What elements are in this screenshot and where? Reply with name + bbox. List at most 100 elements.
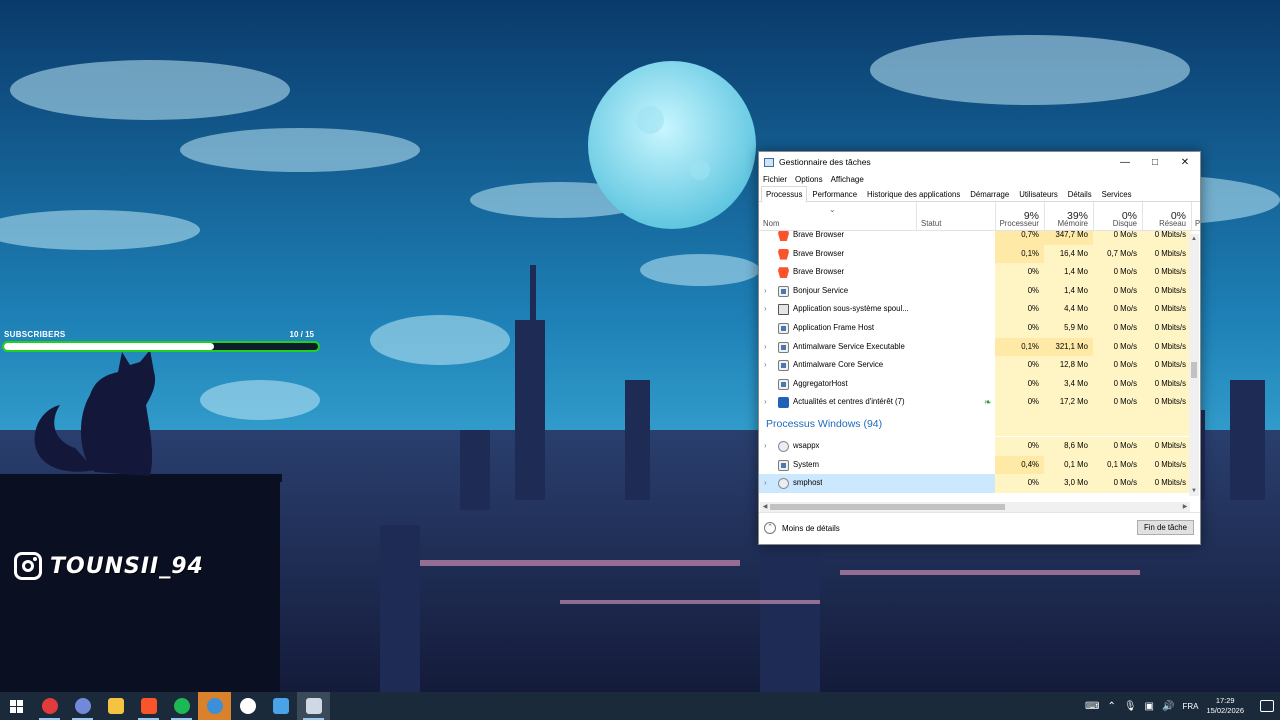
taskbar-app-button[interactable] [66, 692, 99, 720]
column-network[interactable]: 0% Réseau [1142, 202, 1191, 231]
taskbar-app-button[interactable] [33, 692, 66, 720]
taskbar-app-button[interactable] [264, 692, 297, 720]
taskbar-app-button[interactable] [132, 692, 165, 720]
service-icon [778, 459, 789, 471]
tab-processus[interactable]: Processus [761, 186, 808, 202]
taskbar-app-button[interactable] [198, 692, 231, 720]
expand-chevron-icon[interactable]: › [764, 356, 767, 375]
process-net: 0 Mbits/s [1142, 337, 1191, 357]
chevron-up-icon: ⌃ [764, 522, 776, 534]
vertical-scrollbar[interactable]: ▲ ▼ [1189, 234, 1199, 496]
column-disk[interactable]: 0% Disque [1093, 202, 1142, 231]
expand-chevron-icon[interactable]: › [764, 282, 767, 301]
process-net: 0 Mbits/s [1142, 244, 1191, 264]
instagram-overlay: TOUNSII_94 [14, 552, 204, 580]
process-disk: 0 Mo/s [1093, 281, 1142, 301]
scroll-down-icon[interactable]: ▼ [1189, 486, 1199, 496]
title-bar[interactable]: Gestionnaire des tâches — □ ✕ [759, 152, 1200, 172]
clock[interactable]: 17:29 15/02/2026 [1206, 696, 1244, 716]
process-net: 0 Mbits/s [1142, 263, 1191, 282]
process-row[interactable]: › Bonjour Service 0% 1,4 Mo 0 Mo/s 0 Mbits/s [759, 281, 1191, 301]
process-net: 0 Mbits/s [1142, 356, 1191, 375]
process-name: AggregatorHost [793, 378, 848, 388]
tab-utilisateurs[interactable]: Utilisateurs [1014, 187, 1063, 201]
start-button[interactable] [0, 692, 33, 720]
process-row[interactable]: Brave Browser 0% 1,4 Mo 0 Mo/s 0 Mbits/s [759, 263, 1191, 282]
horizontal-scroll-thumb[interactable] [770, 504, 1005, 510]
menu-fichier[interactable]: Fichier [763, 175, 787, 184]
process-net: 0 Mbits/s [1142, 281, 1191, 301]
windows-processes-group-header[interactable]: Processus Windows (94) [759, 412, 1191, 436]
taskbar-app-button[interactable] [165, 692, 198, 720]
microphone-icon[interactable]: 🎙 [1124, 701, 1137, 712]
expand-chevron-icon[interactable]: › [764, 474, 767, 493]
column-name[interactable]: Nom [759, 202, 916, 231]
expand-chevron-icon[interactable]: › [764, 300, 767, 319]
clock-date: 15/02/2026 [1206, 706, 1244, 715]
footer: ⌃ Moins de détails Fin de tâche [759, 512, 1200, 544]
show-hidden-icons-chevron-icon[interactable]: ⌃ [1107, 701, 1115, 712]
column-status[interactable]: Statut [916, 202, 995, 231]
process-name: Application sous-système spoul... [793, 304, 909, 314]
brave-icon [140, 698, 157, 714]
process-disk: 0 Mo/s [1093, 356, 1142, 375]
process-disk: 0 Mo/s [1093, 263, 1142, 282]
process-row[interactable]: › smphost 0% 3,0 Mo 0 Mo/s 0 Mbits/s [759, 474, 1191, 493]
obs-icon [41, 698, 58, 714]
language-indicator[interactable]: FRA [1182, 702, 1198, 711]
end-task-button[interactable]: Fin de tâche [1137, 520, 1194, 535]
column-network-label: Réseau [1159, 219, 1186, 228]
volume-icon[interactable]: 🔊 [1162, 701, 1174, 712]
vertical-scroll-thumb[interactable] [1191, 362, 1197, 378]
process-row[interactable]: › Antimalware Core Service 0% 12,8 Mo 0 Mo/s… [759, 356, 1191, 375]
column-cpu[interactable]: 9% Processeur [995, 202, 1044, 231]
brave-icon [778, 267, 789, 279]
tab-services[interactable]: Services [1097, 187, 1137, 201]
notification-center-icon[interactable] [1260, 700, 1274, 712]
process-cpu: 0% [995, 393, 1044, 412]
minimize-button[interactable]: — [1110, 152, 1140, 172]
process-row[interactable]: Brave Browser 0,1% 16,4 Mo 0,7 Mo/s 0 Mbits/… [759, 244, 1191, 264]
taskbar-app-button[interactable] [99, 692, 132, 720]
tab-details[interactable]: Détails [1063, 187, 1097, 201]
process-row[interactable]: AggregatorHost 0% 3,4 Mo 0 Mo/s 0 Mbits/s [759, 374, 1191, 394]
tab-demarrage[interactable]: Démarrage [965, 187, 1014, 201]
taskbar-app-button[interactable] [297, 692, 330, 720]
process-disk: 0 Mo/s [1093, 319, 1142, 338]
brave-icon [778, 248, 789, 260]
process-name: Brave Browser [793, 267, 845, 277]
scroll-up-icon[interactable]: ▲ [1189, 234, 1199, 244]
tab-historique[interactable]: Historique des applications [862, 187, 965, 201]
process-name: Antimalware Core Service [793, 360, 884, 370]
tab-performance[interactable]: Performance [807, 187, 862, 201]
process-disk: 0 Mo/s [1093, 437, 1142, 456]
process-row[interactable]: System 0,4% 0,1 Mo 0,1 Mo/s 0 Mbits/s [759, 455, 1191, 475]
close-button[interactable]: ✕ [1170, 152, 1200, 172]
column-memory[interactable]: 39% Mémoire [1044, 202, 1093, 231]
expand-chevron-icon[interactable]: › [764, 393, 767, 412]
menu-affichage[interactable]: Affichage [831, 175, 864, 184]
process-row[interactable]: › Actualités et centres d'intérêt (7) ❧ 0% 1… [759, 393, 1191, 412]
scroll-right-icon[interactable]: ▶ [1180, 502, 1190, 512]
scroll-left-icon[interactable]: ◀ [760, 502, 770, 512]
expand-chevron-icon[interactable]: › [764, 338, 767, 357]
printer-icon [778, 304, 789, 316]
column-extra[interactable]: P [1191, 202, 1200, 231]
process-row[interactable]: Brave Browser 0,7% 347,7 Mo 0 Mo/s 0 Mbits/s [759, 231, 1191, 245]
maximize-button[interactable]: □ [1140, 152, 1170, 172]
expand-chevron-icon[interactable]: › [764, 437, 767, 456]
horizontal-scrollbar[interactable]: ◀ ▶ [760, 502, 1190, 512]
process-net: 0 Mbits/s [1142, 455, 1191, 475]
network-icon[interactable]: ▣ [1145, 701, 1154, 712]
keyboard-icon[interactable]: ⌨ [1085, 701, 1099, 712]
process-row[interactable]: › wsappx 0% 8,6 Mo 0 Mo/s 0 Mbits/s [759, 437, 1191, 456]
taskbar-app-button[interactable] [231, 692, 264, 720]
process-disk: 0 Mo/s [1093, 337, 1142, 357]
less-details-link[interactable]: ⌃ Moins de détails [764, 522, 840, 534]
process-row[interactable]: Application Frame Host 0% 5,9 Mo 0 Mo/s 0 Mb… [759, 319, 1191, 338]
menu-options[interactable]: Options [795, 175, 823, 184]
column-cpu-label: Processeur [999, 219, 1039, 228]
process-row[interactable]: › Application sous-système spoul... 0% 4,4 … [759, 300, 1191, 319]
process-cpu: 0% [995, 319, 1044, 338]
process-row[interactable]: › Antimalware Service Executable 0,1% 321,1… [759, 337, 1191, 357]
